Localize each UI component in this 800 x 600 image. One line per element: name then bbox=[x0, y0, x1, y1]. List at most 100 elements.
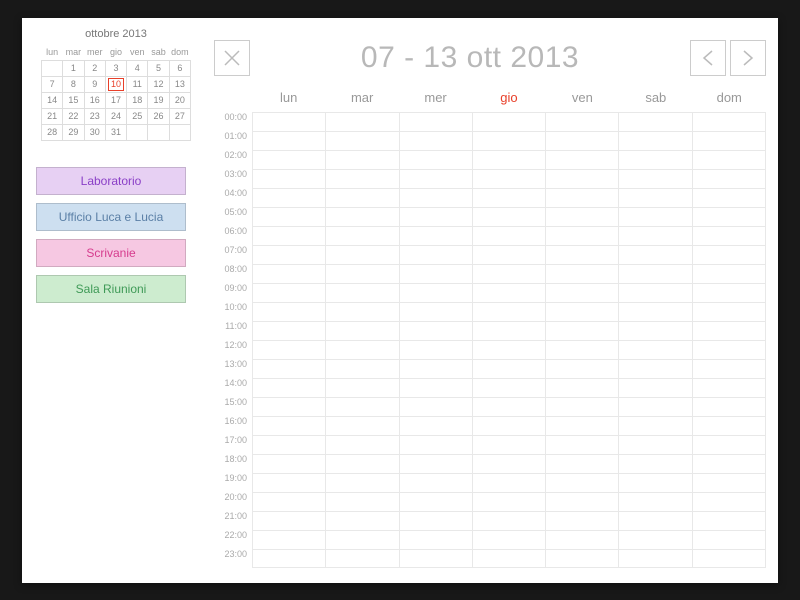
time-cell[interactable] bbox=[473, 303, 546, 321]
mini-cal-day[interactable]: 30 bbox=[84, 124, 105, 140]
time-cell[interactable] bbox=[619, 170, 692, 188]
time-cell[interactable] bbox=[546, 360, 619, 378]
mini-cal-day[interactable]: 4 bbox=[127, 60, 148, 76]
time-cell[interactable] bbox=[546, 189, 619, 207]
time-cell[interactable] bbox=[252, 417, 326, 435]
time-cell[interactable] bbox=[693, 417, 766, 435]
time-cell[interactable] bbox=[693, 379, 766, 397]
time-cell[interactable] bbox=[619, 265, 692, 283]
time-cell[interactable] bbox=[693, 227, 766, 245]
mini-cal-day[interactable]: 26 bbox=[148, 108, 169, 124]
time-cell[interactable] bbox=[546, 132, 619, 150]
time-cell[interactable] bbox=[400, 208, 473, 226]
time-cell[interactable] bbox=[546, 227, 619, 245]
time-cell[interactable] bbox=[619, 341, 692, 359]
room-button[interactable]: Scrivanie bbox=[36, 239, 186, 267]
time-cell[interactable] bbox=[473, 493, 546, 511]
time-cell[interactable] bbox=[400, 170, 473, 188]
time-cell[interactable] bbox=[326, 379, 399, 397]
mini-cal-day[interactable]: 22 bbox=[63, 108, 84, 124]
time-cell[interactable] bbox=[473, 360, 546, 378]
time-cell[interactable] bbox=[619, 284, 692, 302]
time-cell[interactable] bbox=[619, 436, 692, 454]
time-cell[interactable] bbox=[693, 436, 766, 454]
time-cell[interactable] bbox=[400, 227, 473, 245]
time-cell[interactable] bbox=[546, 379, 619, 397]
time-cell[interactable] bbox=[400, 303, 473, 321]
time-cell[interactable] bbox=[619, 151, 692, 169]
time-cell[interactable] bbox=[546, 113, 619, 131]
time-cell[interactable] bbox=[693, 151, 766, 169]
time-cell[interactable] bbox=[473, 474, 546, 492]
mini-cal-day[interactable]: 12 bbox=[148, 76, 169, 92]
time-cell[interactable] bbox=[546, 455, 619, 473]
time-cell[interactable] bbox=[546, 474, 619, 492]
mini-cal-day[interactable]: 31 bbox=[105, 124, 126, 140]
time-cell[interactable] bbox=[473, 208, 546, 226]
time-cell[interactable] bbox=[252, 474, 326, 492]
time-cell[interactable] bbox=[326, 398, 399, 416]
time-cell[interactable] bbox=[546, 436, 619, 454]
time-cell[interactable] bbox=[693, 265, 766, 283]
time-cell[interactable] bbox=[252, 493, 326, 511]
time-cell[interactable] bbox=[473, 531, 546, 549]
time-cell[interactable] bbox=[326, 417, 399, 435]
time-cell[interactable] bbox=[619, 455, 692, 473]
time-cell[interactable] bbox=[326, 455, 399, 473]
time-cell[interactable] bbox=[546, 151, 619, 169]
time-cell[interactable] bbox=[473, 512, 546, 530]
mini-cal-day[interactable]: 7 bbox=[42, 76, 63, 92]
mini-cal-day[interactable]: 2 bbox=[84, 60, 105, 76]
time-cell[interactable] bbox=[400, 417, 473, 435]
time-cell[interactable] bbox=[693, 208, 766, 226]
time-cell[interactable] bbox=[252, 170, 326, 188]
time-cell[interactable] bbox=[252, 284, 326, 302]
time-grid[interactable]: 00:0001:0002:0003:0004:0005:0006:0007:00… bbox=[214, 112, 766, 569]
time-cell[interactable] bbox=[252, 398, 326, 416]
mini-cal-day[interactable]: 8 bbox=[63, 76, 84, 92]
time-cell[interactable] bbox=[326, 265, 399, 283]
time-cell[interactable] bbox=[252, 265, 326, 283]
time-cell[interactable] bbox=[693, 493, 766, 511]
time-cell[interactable] bbox=[546, 550, 619, 567]
mini-cal-day[interactable]: 15 bbox=[63, 92, 84, 108]
time-cell[interactable] bbox=[473, 322, 546, 340]
time-cell[interactable] bbox=[400, 512, 473, 530]
time-cell[interactable] bbox=[473, 265, 546, 283]
mini-cal-day[interactable]: 17 bbox=[105, 92, 126, 108]
mini-cal-day[interactable]: 23 bbox=[84, 108, 105, 124]
time-cell[interactable] bbox=[473, 455, 546, 473]
time-cell[interactable] bbox=[326, 341, 399, 359]
time-cell[interactable] bbox=[693, 246, 766, 264]
time-cell[interactable] bbox=[400, 474, 473, 492]
time-cell[interactable] bbox=[326, 531, 399, 549]
time-cell[interactable] bbox=[252, 303, 326, 321]
time-cell[interactable] bbox=[326, 474, 399, 492]
mini-cal-day[interactable]: 29 bbox=[63, 124, 84, 140]
time-cell[interactable] bbox=[326, 322, 399, 340]
close-button[interactable] bbox=[214, 40, 250, 76]
time-cell[interactable] bbox=[546, 417, 619, 435]
time-cell[interactable] bbox=[619, 360, 692, 378]
mini-cal-day[interactable]: 21 bbox=[42, 108, 63, 124]
time-cell[interactable] bbox=[693, 341, 766, 359]
time-cell[interactable] bbox=[546, 284, 619, 302]
time-cell[interactable] bbox=[619, 474, 692, 492]
time-cell[interactable] bbox=[326, 227, 399, 245]
time-cell[interactable] bbox=[252, 151, 326, 169]
time-cell[interactable] bbox=[326, 493, 399, 511]
time-cell[interactable] bbox=[400, 246, 473, 264]
time-cell[interactable] bbox=[326, 436, 399, 454]
mini-cal-day[interactable]: 25 bbox=[127, 108, 148, 124]
time-cell[interactable] bbox=[326, 170, 399, 188]
time-cell[interactable] bbox=[619, 227, 692, 245]
day-header[interactable]: mar bbox=[325, 90, 398, 109]
time-cell[interactable] bbox=[252, 322, 326, 340]
time-cell[interactable] bbox=[546, 265, 619, 283]
mini-cal-day[interactable]: 20 bbox=[169, 92, 190, 108]
time-cell[interactable] bbox=[252, 379, 326, 397]
time-cell[interactable] bbox=[693, 189, 766, 207]
time-cell[interactable] bbox=[473, 246, 546, 264]
time-cell[interactable] bbox=[693, 474, 766, 492]
time-cell[interactable] bbox=[693, 512, 766, 530]
